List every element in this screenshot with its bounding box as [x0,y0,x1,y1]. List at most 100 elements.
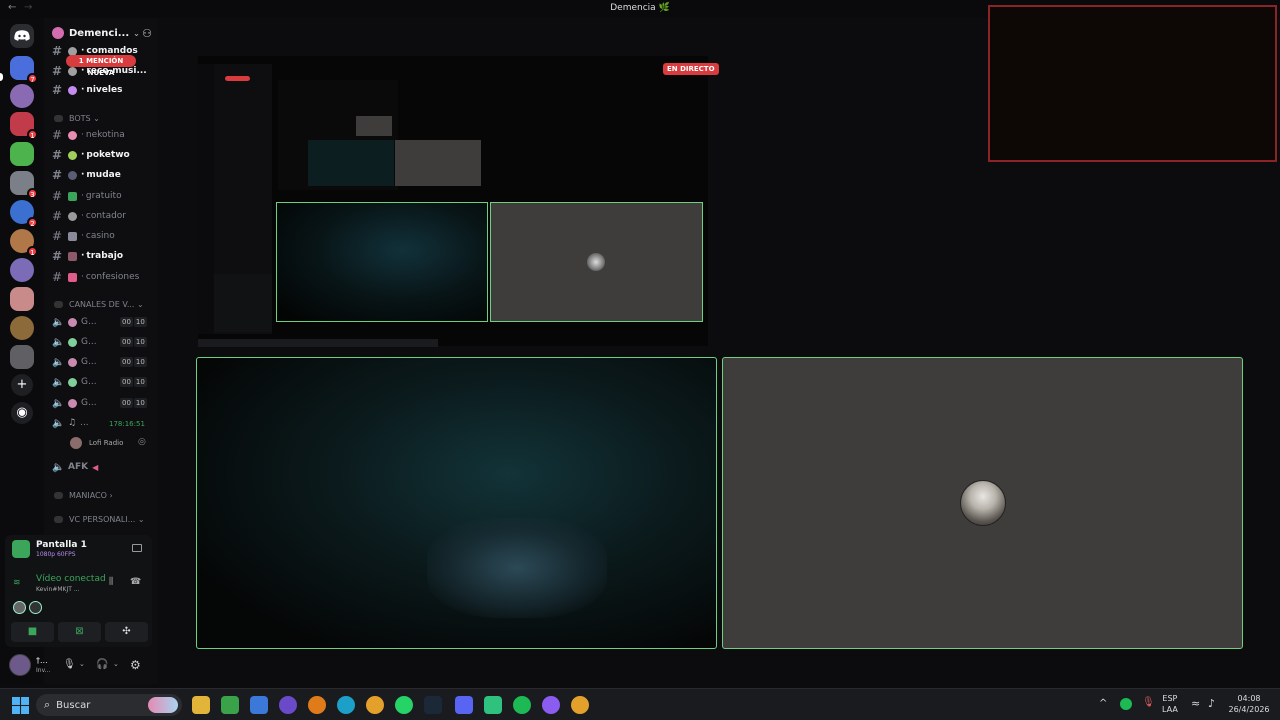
hash-icon: # [52,189,63,203]
channel-poketwo[interactable]: # · poketwo [52,146,156,164]
add-server-icon[interactable]: + [11,374,33,396]
user-video-tile[interactable] [722,357,1243,649]
speaker-icon: 🔈 [52,417,65,429]
server-icon-11[interactable] [10,345,34,369]
discord-icon[interactable] [455,696,473,714]
channel-emoji-icon [68,85,77,95]
discord-home-icon[interactable] [10,24,34,48]
participant-avatar [13,601,26,614]
spotify-icon[interactable] [513,696,531,714]
microphone-icon[interactable]: 🎙 [63,659,76,670]
store-icon[interactable] [250,696,268,714]
category-icon [54,114,63,122]
app-icon-2[interactable] [484,696,502,714]
user-limit-badge: 00 10 [120,337,147,347]
activities-button[interactable]: ✣ [105,622,148,642]
server-icon-8[interactable] [10,258,34,282]
mini-cat-avatar [587,253,605,271]
screen-share-button[interactable]: ⊠ [58,622,101,642]
channel-casino[interactable]: # · casino [52,227,156,245]
channel-gratuito[interactable]: # · gratuito [52,187,156,205]
channel-label: confesiones [85,272,140,282]
category-icon [54,491,63,499]
channel-confesiones[interactable]: # · confesiones [52,268,156,286]
member-name[interactable]: Lofi Radio [89,439,123,447]
server-icon-7[interactable]: 1 [10,229,38,257]
app-icon-3[interactable] [542,696,560,714]
server-icon-6[interactable]: 2 [10,200,38,228]
voice-connection-panel: Pantalla 1 1080p 60FPS ≋ Vídeo conectad … [5,535,152,647]
user-panel: †... Inv... 🎙 ⌄ 🎧 ⌄ ⚙ [5,650,152,682]
chevron-down-icon[interactable]: ⌄ [79,660,85,668]
noise-suppression-icon[interactable]: ⫼ [109,577,113,587]
channel-emoji-icon [68,377,77,387]
server-icon-10[interactable] [10,316,34,340]
speaker-icon: 🔈 [52,316,65,328]
search-placeholder: Buscar [56,699,91,711]
whatsapp-icon[interactable] [395,696,413,714]
user-avatar[interactable] [9,654,31,676]
camera-video-tile[interactable] [196,357,717,649]
spotify-tray-icon[interactable] [1120,698,1132,710]
language-indicator[interactable]: ESP LAA [1162,693,1178,715]
channel-niveles[interactable]: # · niveles [52,81,156,99]
channel-mudae[interactable]: # · mudae [52,166,156,184]
volume-icon[interactable]: ♪ [1208,697,1215,710]
xbox-icon[interactable] [221,696,239,714]
stop-stream-icon[interactable] [132,544,142,552]
channel-label: mudae [86,170,121,180]
chevron-right-icon: › [109,490,113,500]
server-icon-9[interactable] [10,287,34,311]
disconnect-icon[interactable]: ☎ [130,577,141,587]
steam-icon[interactable] [424,696,442,714]
microphone-tray-icon[interactable]: 🎙 [1142,697,1155,708]
taskbar-search[interactable]: ⌕ Buscar [36,694,182,716]
username[interactable]: †... [36,656,48,665]
headphones-icon: ◎ [138,437,146,447]
file-explorer-icon[interactable] [192,696,210,714]
hash-icon: # [52,168,63,182]
clock[interactable]: 04:08 26/4/2026 [1226,693,1272,715]
invite-people-icon[interactable]: ⚇ [142,27,152,40]
voice-status[interactable]: Vídeo conectad [36,574,106,584]
wifi-icon[interactable]: ≈ [1191,697,1200,710]
voice-user: Kevin#MKJT ... [36,586,80,593]
hash-icon: # [52,209,63,223]
hand-shape [427,518,607,618]
chrome-profile-icon[interactable] [571,696,589,714]
category-maniaco[interactable]: MANIACO › [54,488,113,502]
hash-icon: # [52,64,63,78]
new-mention-pill[interactable]: 1 MENCIÓN NUEVA [66,55,136,77]
server-icon-2[interactable] [10,84,34,108]
speaker-icon: 🔈 [52,356,65,368]
app-icon[interactable] [279,696,297,714]
stream-preview-pip[interactable] [988,5,1277,162]
chevron-down-icon[interactable]: ⌄ [113,660,119,668]
channel-contador[interactable]: # · contador [52,207,156,225]
signal-icon[interactable]: ≋ [13,578,21,588]
channel-nekotina[interactable]: # · nekotina [52,126,156,144]
server-icon-3[interactable]: 1 [10,112,38,140]
server-icon-5[interactable]: 3 [10,171,38,199]
category-voice[interactable]: CANALES DE V... ⌄ [54,297,144,311]
headphones-icon[interactable]: 🎧 [96,659,108,670]
channel-label: G... [81,357,97,367]
camera-button[interactable]: ■ [11,622,54,642]
tray-overflow-icon[interactable]: ^ [1099,698,1107,709]
channel-label: trabajo [86,251,124,261]
edge-icon[interactable] [337,696,355,714]
category-bots[interactable]: BOTS ⌄ [54,111,100,125]
blender-icon[interactable] [308,696,326,714]
server-icon-1[interactable]: 7 [10,56,38,84]
channel-emoji-icon [68,66,77,76]
channel-label: poketwo [86,150,130,160]
windows-start-icon[interactable] [12,697,29,714]
channel-label: G... [81,377,97,387]
server-icon-4[interactable] [10,142,34,166]
settings-gear-icon[interactable]: ⚙ [130,658,141,672]
category-vc-personal[interactable]: VC PERSONALI... ⌄ [54,512,145,526]
discover-icon[interactable]: ◉ [11,402,33,424]
chrome-icon[interactable] [366,696,384,714]
channel-trabajo[interactable]: # · trabajo [52,247,156,265]
speaker-icon: 🔈 [52,397,65,409]
